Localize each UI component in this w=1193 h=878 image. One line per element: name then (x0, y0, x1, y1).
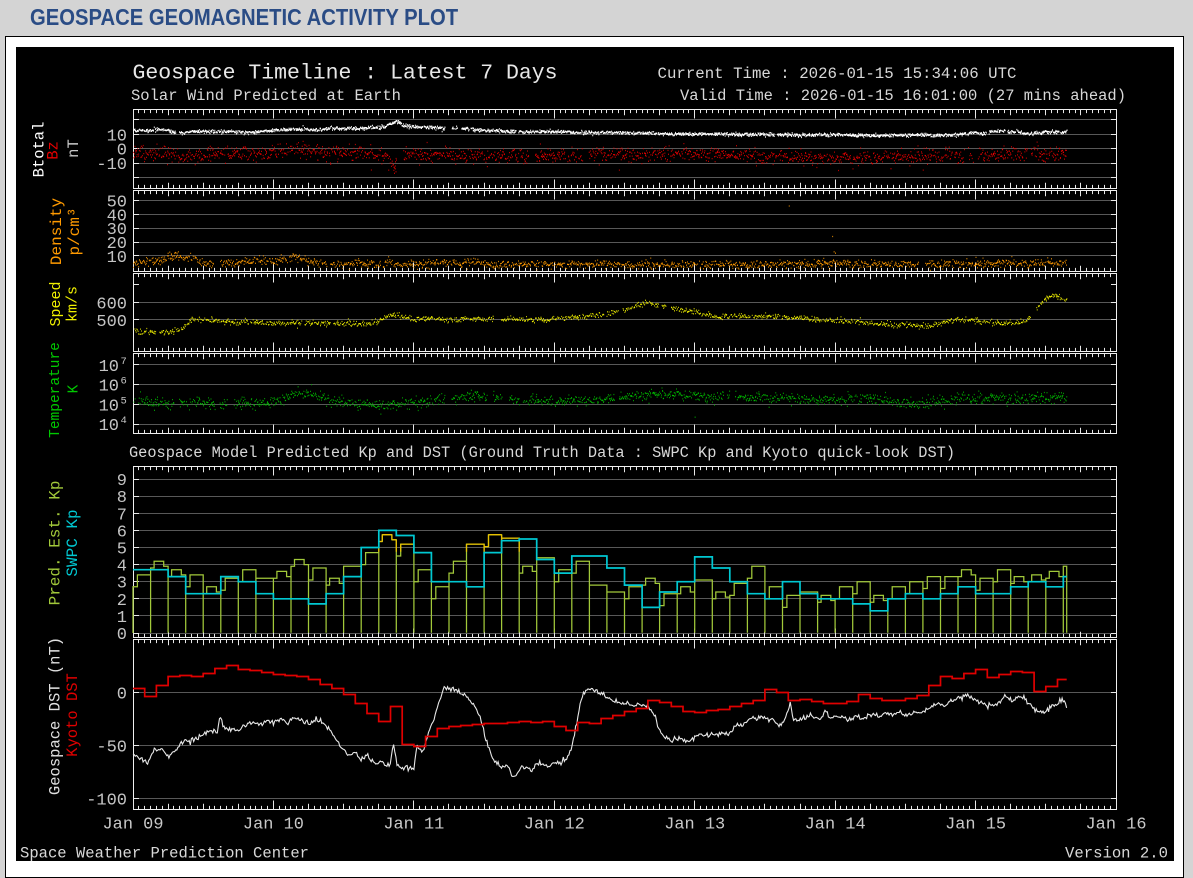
svg-text:7: 7 (121, 356, 127, 368)
svg-text:0: 0 (117, 686, 127, 705)
svg-text:10: 10 (99, 378, 119, 397)
svg-text:nT: nT (65, 139, 83, 158)
svg-text:2: 2 (117, 592, 127, 611)
svg-text:9: 9 (117, 472, 127, 491)
svg-text:1: 1 (117, 609, 127, 628)
svg-text:Jan 12: Jan 12 (524, 816, 585, 835)
svg-text:Geospace DST (nT): Geospace DST (nT) (47, 637, 65, 795)
svg-text:Jan 11: Jan 11 (383, 816, 444, 835)
svg-text:Jan 09: Jan 09 (103, 816, 164, 835)
svg-text:Space Weather Prediction Cente: Space Weather Prediction Center (20, 845, 309, 862)
svg-text:Jan 15: Jan 15 (945, 816, 1006, 835)
svg-text:Pred. Est. Kp: Pred. Est. Kp (46, 481, 64, 606)
svg-text:5: 5 (121, 395, 127, 407)
svg-text:K: K (67, 384, 83, 393)
svg-text:km/s: km/s (65, 286, 82, 322)
svg-text:4: 4 (121, 415, 127, 427)
svg-text:10: 10 (99, 417, 119, 436)
svg-text:10: 10 (107, 249, 127, 268)
svg-text:0: 0 (117, 626, 127, 645)
svg-text:Version 2.0: Version 2.0 (1065, 845, 1168, 862)
svg-text:Speed: Speed (48, 281, 65, 326)
svg-text:7: 7 (117, 506, 127, 525)
svg-text:10: 10 (99, 358, 119, 377)
svg-text:Bz: Bz (45, 141, 63, 160)
svg-text:600: 600 (96, 295, 127, 314)
svg-text:6: 6 (117, 523, 127, 542)
svg-text:Valid Time : 2026-01-15 16:01:: Valid Time : 2026-01-15 16:01:00 (27 min… (680, 87, 1126, 105)
svg-text:Geospace Model Predicted Kp an: Geospace Model Predicted Kp and DST (Gro… (129, 444, 955, 462)
svg-text:-100: -100 (86, 792, 127, 811)
svg-text:SWPC Kp: SWPC Kp (64, 509, 82, 576)
svg-text:Kyoto DST: Kyoto DST (64, 673, 82, 757)
svg-text:500: 500 (96, 313, 127, 332)
svg-text:3: 3 (117, 575, 127, 594)
svg-text:Solar Wind Predicted at Earth: Solar Wind Predicted at Earth (131, 87, 401, 105)
svg-text:6: 6 (121, 376, 127, 388)
svg-text:Geospace Timeline : Latest 7 D: Geospace Timeline : Latest 7 Days (133, 62, 558, 86)
svg-text:Current Time : 2026-01-15 15:3: Current Time : 2026-01-15 15:34:06 UTC (658, 65, 1017, 83)
svg-text:4: 4 (117, 558, 127, 577)
svg-text:5: 5 (117, 541, 127, 560)
svg-text:-10: -10 (96, 156, 127, 175)
svg-text:Jan 14: Jan 14 (805, 816, 866, 835)
svg-text:8: 8 (117, 489, 127, 508)
svg-text:Jan 16: Jan 16 (1086, 816, 1147, 835)
svg-text:Density: Density (48, 198, 66, 266)
svg-text:Temperature: Temperature (48, 342, 64, 438)
svg-text:-50: -50 (96, 739, 127, 758)
svg-text:10: 10 (99, 397, 119, 416)
svg-text:p/cm³: p/cm³ (66, 207, 84, 255)
svg-text:Jan 10: Jan 10 (243, 816, 304, 835)
svg-text:Jan 13: Jan 13 (664, 816, 725, 835)
